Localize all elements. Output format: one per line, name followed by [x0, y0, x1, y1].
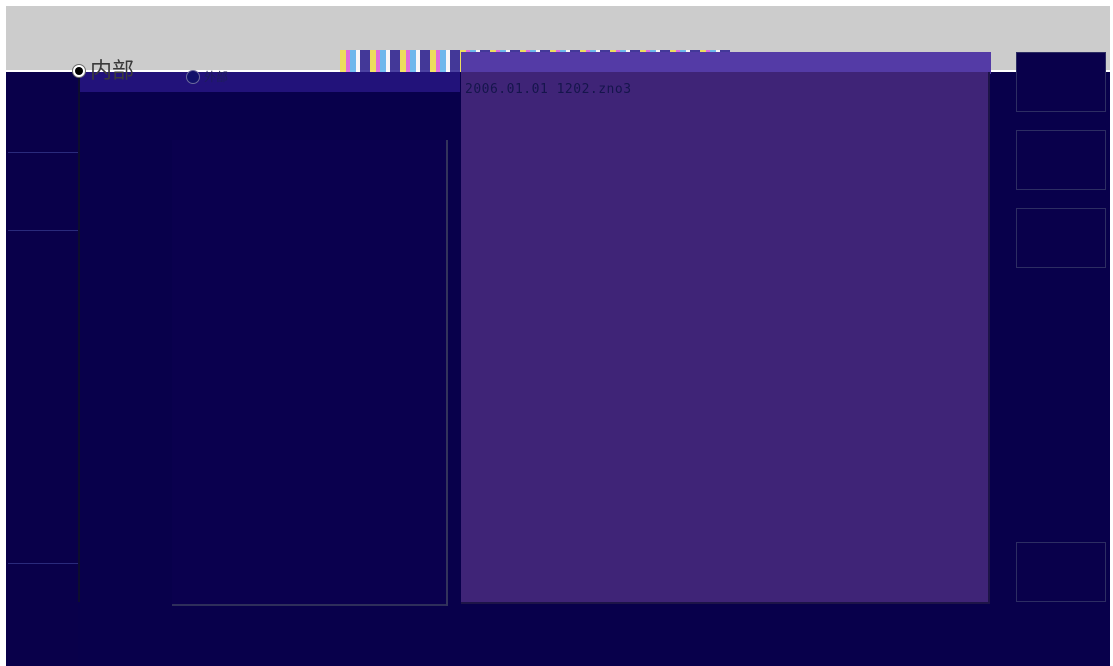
device-screen-frame: 内部 外部 2006.01.01 1202.zno3 — [0, 0, 1113, 666]
list-divider — [8, 152, 78, 153]
panel-divider — [446, 140, 448, 606]
side-button[interactable] — [1016, 208, 1106, 268]
side-button[interactable] — [1016, 52, 1106, 112]
location-radio-internal[interactable]: 内部 — [72, 60, 134, 82]
location-radio-external[interactable]: 外部 — [186, 66, 228, 88]
folder-tree-panel[interactable] — [172, 140, 448, 606]
left-separator — [78, 72, 80, 602]
list-divider — [8, 230, 78, 231]
file-list-item[interactable]: 2006.01.01 1202.zno3 — [465, 82, 632, 98]
radio-label: 外部 — [204, 70, 229, 84]
header-band — [80, 72, 460, 92]
radio-unchecked-icon — [186, 70, 200, 84]
list-divider — [8, 563, 78, 564]
radio-label: 内部 — [90, 58, 135, 83]
file-list-header — [461, 52, 991, 74]
file-list-panel[interactable]: 2006.01.01 1202.zno3 — [461, 72, 990, 604]
radio-checked-icon — [72, 64, 86, 78]
side-button[interactable] — [1016, 130, 1106, 190]
side-button[interactable] — [1016, 542, 1106, 602]
left-list-strip — [6, 72, 78, 666]
